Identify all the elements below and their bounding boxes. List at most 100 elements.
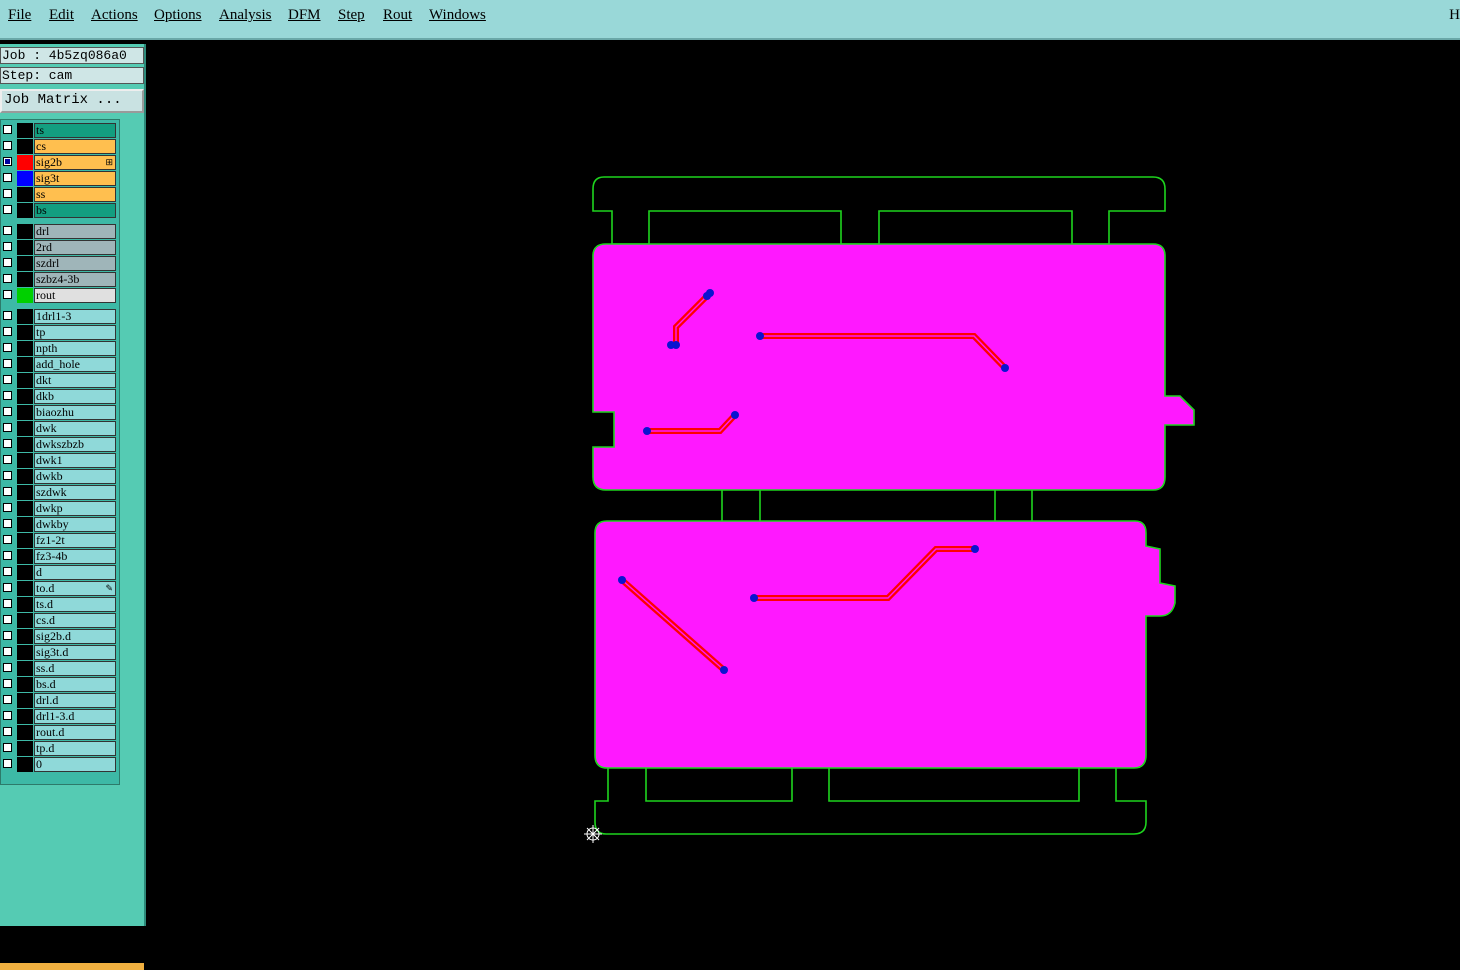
layer-row-d[interactable]: d — [1, 565, 117, 580]
layer-name[interactable]: dwk — [34, 421, 116, 436]
layer-name[interactable]: 0 — [34, 757, 116, 772]
layer-checkbox[interactable] — [3, 551, 12, 560]
layer-row-sig3t.d[interactable]: sig3t.d — [1, 645, 117, 660]
layer-checkbox[interactable] — [3, 647, 12, 656]
layer-color-swatch[interactable] — [17, 565, 33, 580]
layer-checkbox[interactable] — [3, 567, 12, 576]
layer-color-swatch[interactable] — [17, 421, 33, 436]
layer-checkbox[interactable] — [3, 290, 12, 299]
layer-name[interactable]: dwkp — [34, 501, 116, 516]
layer-row-tp.d[interactable]: tp.d — [1, 741, 117, 756]
layer-color-swatch[interactable] — [17, 581, 33, 596]
layer-row-cs.d[interactable]: cs.d — [1, 613, 117, 628]
layer-row-dwkszbzb[interactable]: dwkszbzb — [1, 437, 117, 452]
layer-row-bs.d[interactable]: bs.d — [1, 677, 117, 692]
layer-row-dwkb[interactable]: dwkb — [1, 469, 117, 484]
layer-name[interactable]: tp — [34, 325, 116, 340]
layer-list[interactable]: ts cs sig2b ⊞ sig3t ss bs drl 2rd szdrl szbz4-3b ro… — [0, 119, 120, 785]
layer-color-swatch[interactable] — [17, 485, 33, 500]
layer-checkbox[interactable] — [3, 663, 12, 672]
layer-name[interactable]: dwkby — [34, 517, 116, 532]
layer-checkbox[interactable] — [3, 375, 12, 384]
layer-checkbox[interactable] — [3, 679, 12, 688]
layer-name[interactable]: 1drl1-3 — [34, 309, 116, 324]
layer-row-dkt[interactable]: dkt — [1, 373, 117, 388]
layer-color-swatch[interactable] — [17, 693, 33, 708]
layer-name[interactable]: drl — [34, 224, 116, 239]
layer-color-swatch[interactable] — [17, 325, 33, 340]
layer-checkbox[interactable] — [3, 407, 12, 416]
menu-rout[interactable]: Rout — [383, 7, 412, 24]
layer-checkbox[interactable] — [3, 487, 12, 496]
layer-name[interactable]: d — [34, 565, 116, 580]
layer-color-swatch[interactable] — [17, 203, 33, 218]
layer-name[interactable]: ts — [34, 123, 116, 138]
layer-row-fz3-4b[interactable]: fz3-4b — [1, 549, 117, 564]
layer-color-swatch[interactable] — [17, 309, 33, 324]
layer-name[interactable]: npth — [34, 341, 116, 356]
layer-row-to.d[interactable]: to.d ✎ — [1, 581, 117, 596]
layer-name[interactable]: szbz4-3b — [34, 272, 116, 287]
layer-checkbox[interactable] — [3, 189, 12, 198]
layer-color-swatch[interactable] — [17, 629, 33, 644]
layer-row-drl.d[interactable]: drl.d — [1, 693, 117, 708]
layer-name[interactable]: szdwk — [34, 485, 116, 500]
layer-color-swatch[interactable] — [17, 272, 33, 287]
layer-color-swatch[interactable] — [17, 517, 33, 532]
layer-checkbox[interactable] — [3, 743, 12, 752]
layer-checkbox[interactable] — [3, 258, 12, 267]
layer-name[interactable]: rout — [34, 288, 116, 303]
layer-checkbox[interactable] — [3, 391, 12, 400]
layer-color-swatch[interactable] — [17, 139, 33, 154]
layer-row-fz1-2t[interactable]: fz1-2t — [1, 533, 117, 548]
layer-color-swatch[interactable] — [17, 677, 33, 692]
layer-row-ts.d[interactable]: ts.d — [1, 597, 117, 612]
layer-name[interactable]: tp.d — [34, 741, 116, 756]
layer-checkbox[interactable] — [3, 455, 12, 464]
layer-row-add_hole[interactable]: add_hole — [1, 357, 117, 372]
layer-row-cs[interactable]: cs — [1, 139, 117, 154]
layer-color-swatch[interactable] — [17, 389, 33, 404]
layer-checkbox[interactable] — [3, 583, 12, 592]
layer-name[interactable]: dwkb — [34, 469, 116, 484]
layer-row-dwk[interactable]: dwk — [1, 421, 117, 436]
layer-row-szbz4-3b[interactable]: szbz4-3b — [1, 272, 117, 287]
layer-color-swatch[interactable] — [17, 469, 33, 484]
layer-checkbox[interactable] — [3, 274, 12, 283]
layer-row-dwk1[interactable]: dwk1 — [1, 453, 117, 468]
layer-name[interactable]: add_hole — [34, 357, 116, 372]
layer-name[interactable]: sig3t.d — [34, 645, 116, 660]
layer-row-sig2b[interactable]: sig2b ⊞ — [1, 155, 117, 170]
layer-row-rout[interactable]: rout — [1, 288, 117, 303]
graphics-canvas[interactable] — [148, 44, 1460, 926]
job-matrix-button[interactable]: Job Matrix ... — [0, 89, 144, 113]
menu-edit[interactable]: Edit — [49, 7, 74, 24]
layer-row-bs[interactable]: bs — [1, 203, 117, 218]
layer-row-biaozhu[interactable]: biaozhu — [1, 405, 117, 420]
menu-analysis[interactable]: Analysis — [219, 7, 272, 24]
layer-name[interactable]: rout.d — [34, 725, 116, 740]
layer-name[interactable]: dwkszbzb — [34, 437, 116, 452]
layer-name[interactable]: sig3t — [34, 171, 116, 186]
layer-name[interactable]: fz3-4b — [34, 549, 116, 564]
layer-checkbox[interactable] — [3, 727, 12, 736]
menu-step[interactable]: Step — [338, 7, 365, 24]
layer-name[interactable]: bs.d — [34, 677, 116, 692]
layer-checkbox[interactable] — [3, 343, 12, 352]
layer-color-swatch[interactable] — [17, 757, 33, 772]
layer-color-swatch[interactable] — [17, 171, 33, 186]
layer-row-drl[interactable]: drl — [1, 224, 117, 239]
layer-name[interactable]: biaozhu — [34, 405, 116, 420]
layer-name[interactable]: ts.d — [34, 597, 116, 612]
menu-dfm[interactable]: DFM — [288, 7, 321, 24]
layer-name[interactable]: bs — [34, 203, 116, 218]
layer-checkbox[interactable] — [3, 327, 12, 336]
layer-row-sig2b.d[interactable]: sig2b.d — [1, 629, 117, 644]
layer-row-szdrl[interactable]: szdrl — [1, 256, 117, 271]
layer-name[interactable]: drl.d — [34, 693, 116, 708]
layer-checkbox[interactable] — [3, 423, 12, 432]
layer-color-swatch[interactable] — [17, 613, 33, 628]
layer-checkbox[interactable] — [3, 439, 12, 448]
layer-row-drl1-3.d[interactable]: drl1-3.d — [1, 709, 117, 724]
layer-checkbox[interactable] — [3, 157, 12, 166]
